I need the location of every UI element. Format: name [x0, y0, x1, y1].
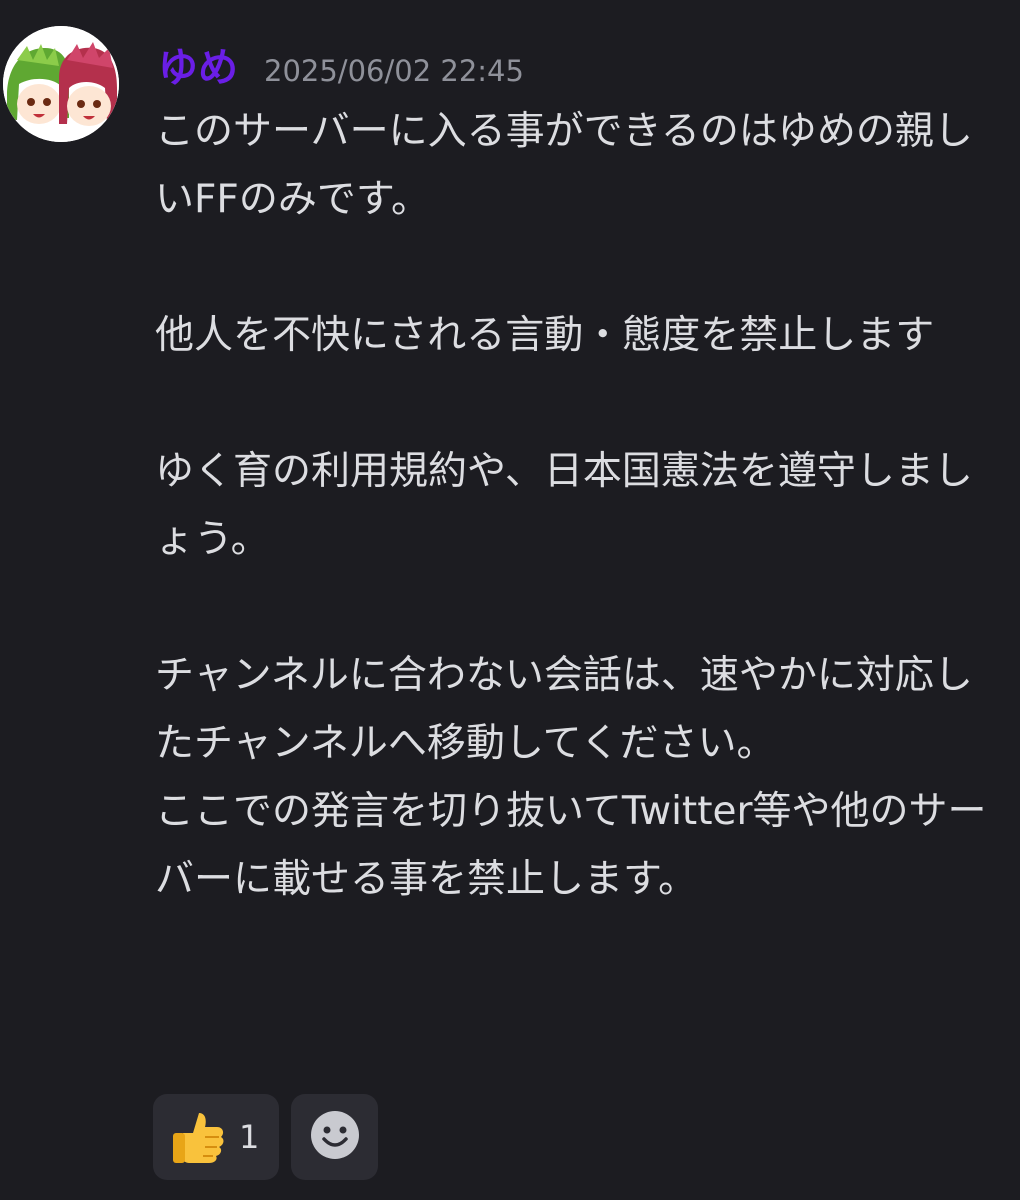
message-paragraph: ここでの発言を切り抜いてTwitter等や他のサーバーに載せる事を禁止します。 — [155, 789, 987, 902]
message-paragraph: このサーバーに入る事ができるのはゆめの親しいFFのみです。 — [155, 109, 973, 222]
chat-message: ゆめ 2025/06/02 22:45 このサーバーに入る事ができるのはゆめの親… — [0, 0, 1020, 1200]
add-reaction-icon — [309, 1109, 361, 1165]
message-content: このサーバーに入る事ができるのはゆめの親しいFFのみです。 他人を不快にされる言… — [155, 98, 1005, 914]
timestamp: 2025/06/02 22:45 — [264, 54, 524, 88]
message-paragraph: ゆく育の利用規約や、日本国憲法を遵守しましょう。 — [155, 449, 973, 562]
username[interactable]: ゆめ — [158, 38, 238, 98]
reactions-bar: 1 — [153, 1094, 378, 1180]
message-paragraph: チャンネルに合わない会話は、速やかに対応したチャンネルへ移動してください。 — [155, 653, 973, 766]
avatar[interactable] — [3, 26, 119, 142]
thumbs-up-icon — [169, 1105, 229, 1169]
message-paragraph: 他人を不快にされる言動・態度を禁止します — [155, 313, 935, 358]
message-header: ゆめ 2025/06/02 22:45 — [158, 38, 524, 98]
add-reaction-button[interactable] — [291, 1094, 378, 1180]
reaction-thumbs-up[interactable]: 1 — [153, 1094, 279, 1180]
reaction-count: 1 — [239, 1118, 260, 1156]
